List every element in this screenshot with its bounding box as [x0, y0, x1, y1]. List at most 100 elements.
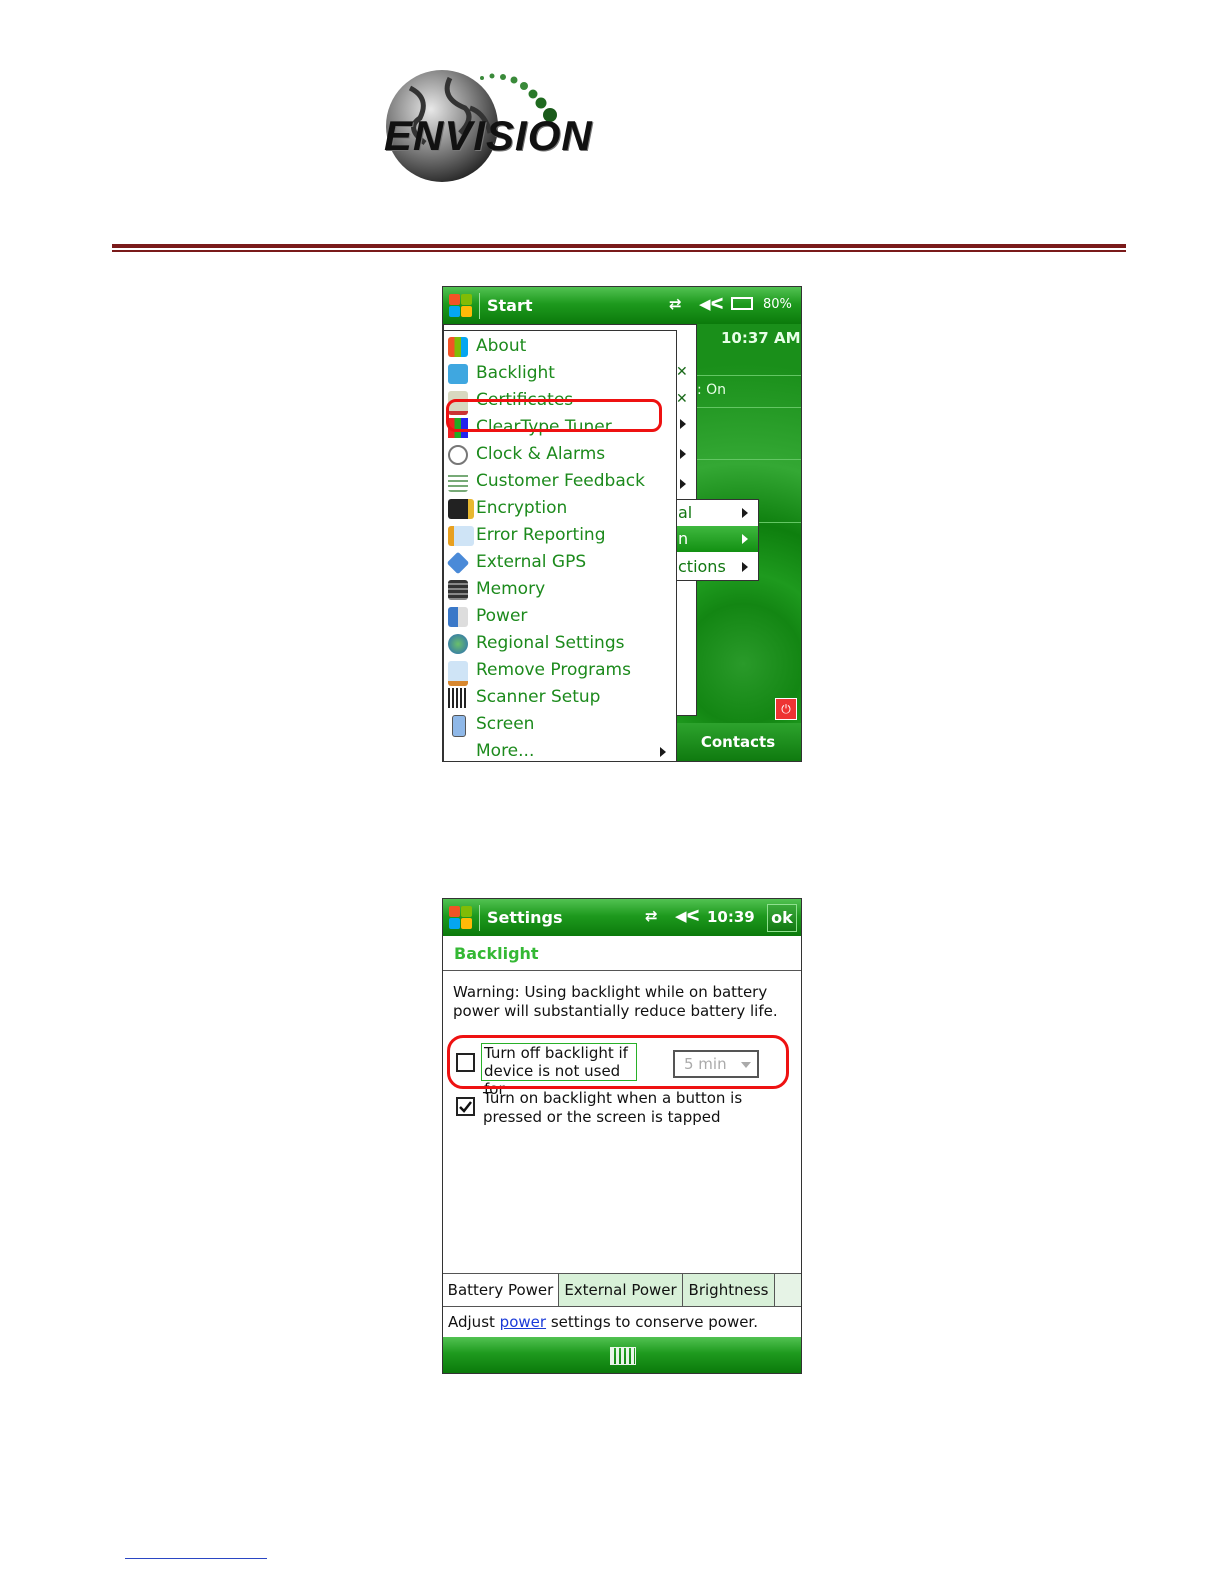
backlight-settings-screenshot: Settings ⇄ ◀ᐸ 10:39 ok Backlight Warning…: [442, 898, 802, 1374]
sub-submenu: al n ctions: [675, 499, 759, 581]
menu-item-scanner-setup[interactable]: Scanner Setup: [444, 684, 676, 711]
menu-item-more[interactable]: More...: [444, 738, 676, 761]
close-icon: ✕: [676, 364, 688, 380]
menu-item-regional-settings[interactable]: Regional Settings: [444, 630, 676, 657]
clock-icon: [448, 445, 468, 465]
battery-percent: 80%: [763, 297, 792, 312]
menu-item-memory[interactable]: Memory: [444, 576, 676, 603]
error-reporting-icon: [448, 526, 474, 546]
arrow-right-icon: [680, 479, 686, 489]
power-icon[interactable]: ⏻: [775, 698, 797, 720]
menu-item-label: More...: [476, 741, 535, 761]
footer-suffix: settings to conserve power.: [546, 1313, 758, 1331]
submenu-item[interactable]: al: [676, 500, 758, 526]
menu-item-remove-programs[interactable]: Remove Programs: [444, 657, 676, 686]
footer-hint: Adjust power settings to conserve power.: [448, 1313, 758, 1331]
menu-item-label: Customer Feedback: [476, 471, 645, 491]
tab-battery-power[interactable]: Battery Power: [443, 1274, 559, 1306]
memory-icon: [448, 580, 468, 600]
menu-item-label: Regional Settings: [476, 633, 625, 653]
clock-time[interactable]: 10:39: [707, 908, 755, 926]
title-bar: Start ⇄ ◀ᐸ 80%: [443, 287, 801, 324]
settings-title[interactable]: Settings: [487, 908, 563, 927]
logo-text: ENVISION: [384, 112, 593, 159]
footnote-rule: [125, 1558, 267, 1559]
ok-button[interactable]: ok: [767, 904, 797, 932]
menu-item-power[interactable]: Power: [444, 603, 676, 630]
submenu-item-selected[interactable]: n: [676, 526, 758, 552]
menu-item-label: About: [476, 336, 527, 356]
globe-icon: [448, 634, 468, 654]
connectivity-icon[interactable]: ⇄: [645, 907, 658, 925]
header-rule: [112, 244, 1126, 248]
power-menu-icon: [448, 607, 468, 627]
power-link[interactable]: power: [500, 1313, 546, 1331]
menu-item-label: Clock & Alarms: [476, 444, 606, 464]
battery-icon[interactable]: [731, 297, 753, 310]
highlight-ring-backlight: [446, 399, 662, 432]
today-time: 10:37 AM: [721, 329, 801, 347]
menu-item-label: Error Reporting: [476, 525, 606, 545]
gps-icon: [446, 551, 470, 575]
menu-item-customer-feedback[interactable]: Customer Feedback: [444, 468, 676, 495]
menu-item-error-reporting[interactable]: Error Reporting: [444, 522, 676, 549]
close-icon: ✕: [676, 391, 688, 407]
menu-item-label: Encryption: [476, 498, 568, 518]
encryption-icon: [448, 499, 474, 519]
contacts-softkey[interactable]: Contacts: [675, 723, 801, 761]
tab-bar: Battery Power External Power Brightness: [443, 1273, 801, 1307]
menu-item-label: Remove Programs: [476, 660, 631, 680]
footer-prefix: Adjust: [448, 1313, 500, 1331]
turn-on-backlight-label[interactable]: Turn on backlight when a button is press…: [483, 1089, 763, 1127]
bluetooth-status: : On: [697, 382, 727, 398]
highlight-ring-option: [447, 1035, 789, 1089]
menu-item-encryption[interactable]: Encryption: [444, 495, 676, 522]
keyboard-icon[interactable]: [610, 1347, 636, 1365]
speaker-muted-icon[interactable]: ◀ᐸ: [699, 295, 724, 313]
submenu-item-label: n: [678, 529, 689, 548]
menu-item-label: Scanner Setup: [476, 687, 601, 707]
windows-start-icon[interactable]: [449, 906, 473, 930]
arrow-right-icon: [742, 534, 748, 544]
menu-item-external-gps[interactable]: External GPS: [444, 549, 676, 576]
submenu-item-label: al: [678, 503, 693, 522]
windows-start-icon[interactable]: [449, 294, 473, 318]
menu-item-about[interactable]: About: [444, 333, 676, 360]
envision-logo: ENVISION: [380, 68, 625, 193]
menu-item-label: Memory: [476, 579, 546, 599]
menu-item-clock-alarms[interactable]: Clock & Alarms: [444, 441, 676, 468]
submenu-item[interactable]: ctions: [676, 554, 758, 580]
header-rule-thin: [112, 250, 1126, 252]
warning-text: Warning: Using backlight while on batter…: [453, 983, 778, 1020]
arrow-right-icon: [680, 419, 686, 429]
about-icon: [448, 337, 468, 357]
screen-icon: [452, 715, 466, 737]
page-title: Backlight: [454, 944, 539, 963]
speaker-muted-icon[interactable]: ◀ᐸ: [675, 907, 700, 925]
barcode-icon: [448, 688, 468, 708]
menu-item-screen[interactable]: Screen: [444, 711, 676, 738]
arrow-right-icon: [742, 508, 748, 518]
page-header: Backlight: [443, 936, 801, 971]
arrow-right-icon: [742, 562, 748, 572]
menu-item-label: Screen: [476, 714, 535, 734]
menu-item-label: Backlight: [476, 363, 555, 383]
arrow-right-icon: [660, 747, 666, 757]
turn-on-backlight-checkbox[interactable]: [456, 1097, 475, 1116]
title-bar: Settings ⇄ ◀ᐸ 10:39 ok: [443, 899, 801, 936]
start-title[interactable]: Start: [487, 296, 533, 315]
bottom-bar: [443, 1337, 801, 1373]
remove-programs-icon: [448, 661, 468, 686]
menu-item-label: Power: [476, 606, 528, 626]
connectivity-icon[interactable]: ⇄: [669, 295, 682, 313]
tab-external-power[interactable]: External Power: [559, 1274, 683, 1306]
submenu-item-label: ctions: [678, 557, 726, 576]
checkmark-icon: [459, 1101, 472, 1113]
menu-item-label: External GPS: [476, 552, 587, 572]
system-menu: About Backlight Certificates ClearType T…: [443, 330, 677, 761]
feedback-icon: [448, 472, 468, 492]
backlight-icon: [448, 364, 468, 384]
tab-brightness[interactable]: Brightness: [683, 1274, 775, 1306]
arrow-right-icon: [680, 449, 686, 459]
menu-item-backlight[interactable]: Backlight: [444, 360, 676, 387]
